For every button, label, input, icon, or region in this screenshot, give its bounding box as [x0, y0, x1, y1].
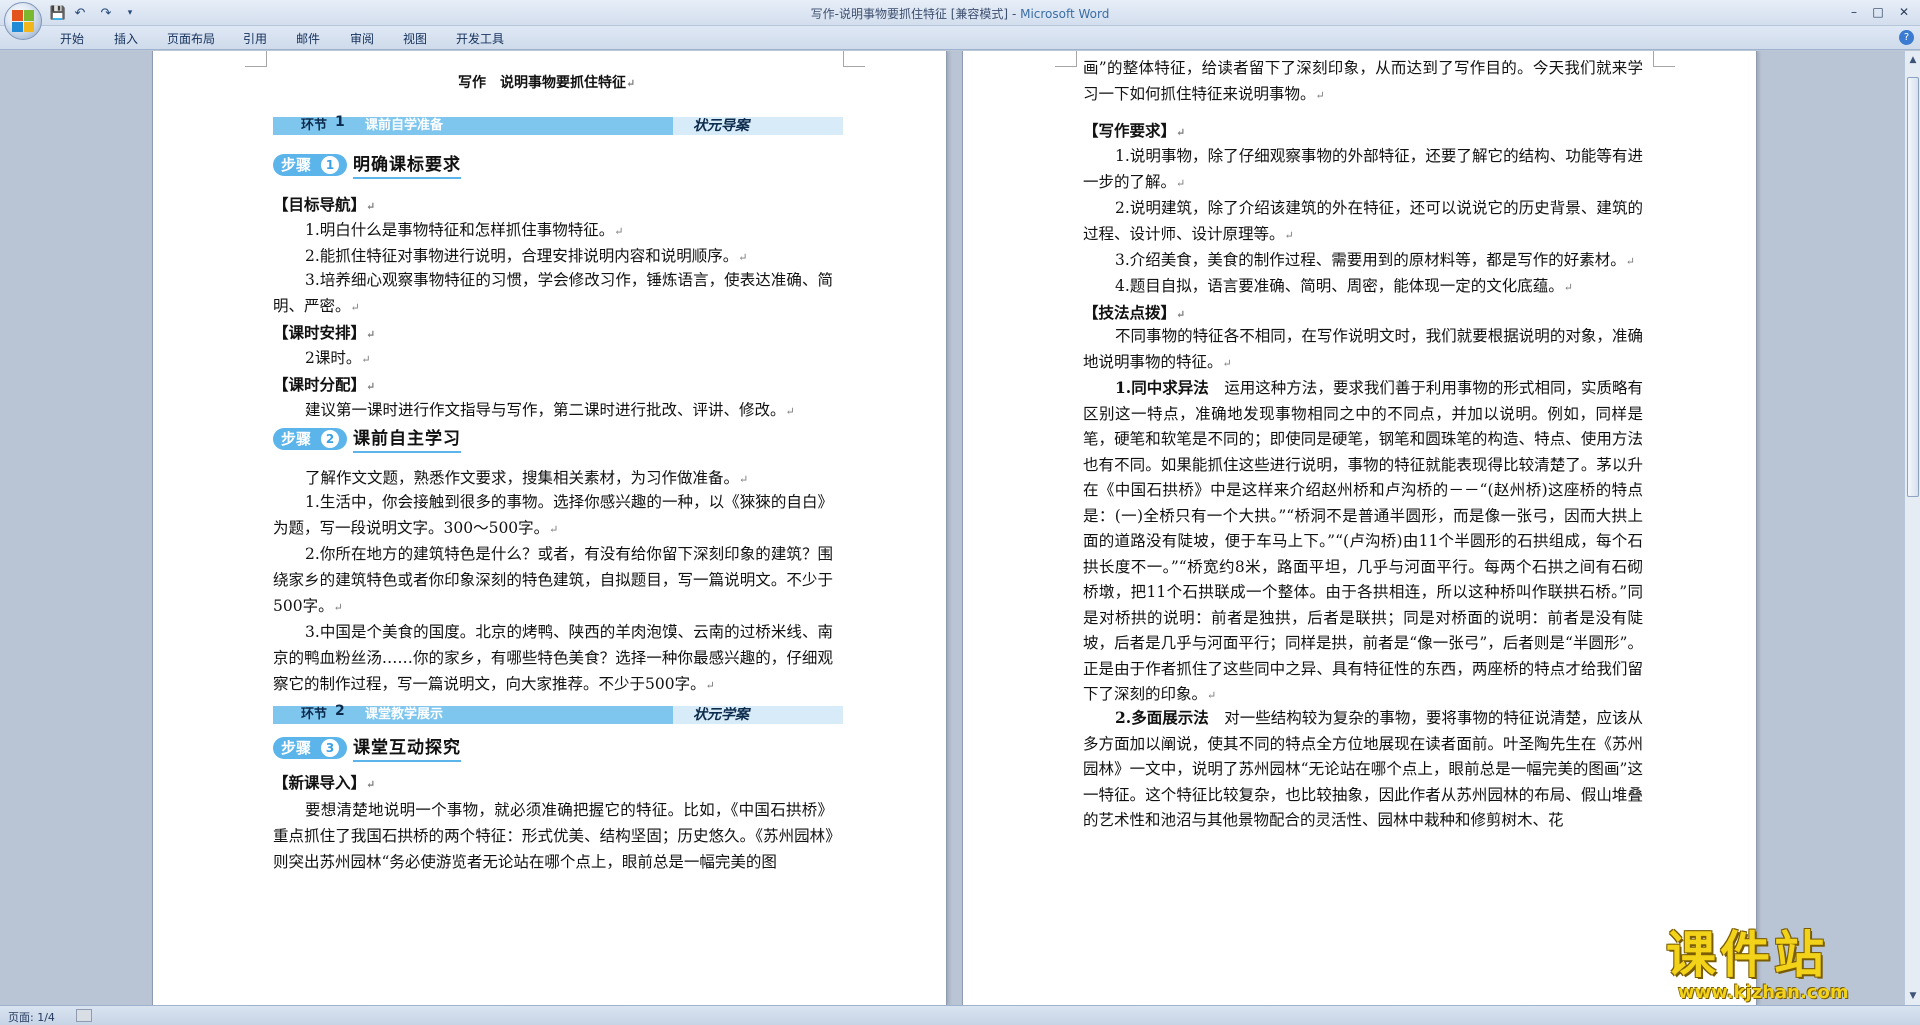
- tech-intro: 不同事物的特征各不相同，在写作说明文时，我们就要根据说明的对象，准确地说明事物的…: [1083, 327, 1643, 371]
- banner-subtitle: 课前自学准备: [365, 118, 444, 133]
- req-item-3: 3.介绍美食，美食的制作过程、需要用到的原材料等，都是写作的好素材。↵: [1115, 251, 1636, 269]
- req-item-1: 1.说明事物，除了仔细观察事物的外部特征，还要了解它的结构、功能等有进一步的了解…: [1083, 147, 1643, 191]
- site-watermark: 课件站 www.kjzhan.com: [1666, 928, 1906, 1004]
- step-title: 明确课标要求: [353, 153, 461, 179]
- proofing-icon[interactable]: [76, 1009, 92, 1022]
- tab-references[interactable]: 引用: [243, 30, 267, 47]
- tab-mailings[interactable]: 邮件: [296, 30, 320, 47]
- office-logo-icon: [12, 10, 34, 32]
- ribbon-tabs: 开始 插入 页面布局 引用 邮件 审阅 视图 开发工具 ?: [0, 26, 1920, 50]
- tech-2-heading: 2.多面展示法: [1115, 708, 1209, 727]
- tab-developer[interactable]: 开发工具: [456, 30, 504, 47]
- step-number: 1: [321, 156, 339, 174]
- document-workspace: 写作 说明事物要抓住特征↵ 环节 1 课前自学准备 状元导案 步骤 1 明确课标…: [0, 51, 1904, 1005]
- step-title: 课前自主学习: [353, 427, 461, 453]
- banner-right-label: 状元导案: [693, 118, 749, 134]
- continued-text: 画”的整体特征，给读者留下了深刻印象，从而达到了写作目的。今天我们就来学习一下如…: [1083, 59, 1643, 103]
- scroll-down-icon[interactable]: ▼: [1906, 989, 1920, 1003]
- crop-mark: [843, 51, 865, 67]
- tab-view[interactable]: 视图: [403, 30, 427, 47]
- document-name: 写作-说明事物要抓住特征 [兼容模式]: [810, 7, 1009, 21]
- banner-label: 环节: [301, 707, 328, 722]
- app-name: Microsoft Word: [1020, 7, 1110, 21]
- step-3-heading: 步骤 3 课堂互动探究: [273, 736, 493, 762]
- banner-subtitle: 课堂教学展示: [365, 707, 444, 722]
- watermark-url: www.kjzhan.com: [1678, 982, 1849, 1003]
- step-1-heading: 步骤 1 明确课标要求: [273, 153, 493, 179]
- banner-right-label: 状元学案: [693, 707, 749, 723]
- banner-label: 环节: [301, 118, 328, 133]
- section-banner-2: 环节 2 课堂教学展示 状元学案: [273, 703, 853, 724]
- banner-number: 2: [335, 703, 345, 719]
- req-item-2: 2.说明建筑，除了介绍该建筑的外在特征，还可以说说它的历史背景、建筑的过程、设计…: [1083, 199, 1643, 243]
- document-page-1[interactable]: 写作 说明事物要抓住特征↵ 环节 1 课前自学准备 状元导案 步骤 1 明确课标…: [152, 51, 947, 1005]
- tech-1-heading: 1.同中求异法: [1115, 378, 1209, 397]
- vertical-scrollbar[interactable]: ▲ ▼: [1904, 51, 1920, 1005]
- pre-item-2: 2.你所在地方的建筑特色是什么？或者，有没有给你留下深刻印象的建筑？围绕家乡的建…: [273, 545, 833, 615]
- page-indicator[interactable]: 页面: 1/4: [8, 1009, 55, 1025]
- alloc-text: 建议第一课时进行作文指导与写作，第二课时进行批改、评讲、修改。↵: [305, 401, 795, 419]
- scroll-thumb[interactable]: [1907, 77, 1919, 497]
- tab-home[interactable]: 开始: [60, 30, 84, 47]
- step-number: 2: [321, 430, 339, 448]
- tech-item-2: 2.多面展示法 对一些结构较为复杂的事物，要将事物的特征说清楚，应该从多方面加以…: [1083, 708, 1643, 829]
- step-2-heading: 步骤 2 课前自主学习: [273, 427, 493, 453]
- scroll-up-icon[interactable]: ▲: [1906, 53, 1920, 67]
- tab-insert[interactable]: 插入: [114, 30, 138, 47]
- crop-mark: [1653, 51, 1675, 67]
- tech-item-1: 1.同中求异法 运用这种方法，要求我们善于利用事物的形式相同，实质略有区别这一特…: [1083, 378, 1643, 703]
- watermark-title: 课件站: [1666, 926, 1828, 984]
- title-bar: 💾 ↶ ↷ ▾ 写作-说明事物要抓住特征 [兼容模式] - Microsoft …: [0, 0, 1920, 40]
- section-banner-1: 环节 1 课前自学准备 状元导案: [273, 114, 853, 135]
- pre-item-3: 3.中国是个美食的国度。北京的烤鸭、陕西的羊肉泡馍、云南的过桥米线、南京的鸭血粉…: [273, 623, 833, 693]
- new-lesson-text: 要想清楚地说明一个事物，就必须准确把握它的特征。比如，《中国石拱桥》重点抓住了我…: [273, 801, 833, 871]
- maximize-button[interactable]: □: [1866, 3, 1890, 21]
- office-button[interactable]: [4, 2, 42, 40]
- banner-number: 1: [335, 114, 345, 130]
- minimize-button[interactable]: –: [1842, 3, 1866, 21]
- tab-review[interactable]: 审阅: [350, 30, 374, 47]
- heading-new-lesson: 【新课导入】↵: [273, 773, 376, 792]
- step-number: 3: [321, 739, 339, 757]
- tab-page-layout[interactable]: 页面布局: [167, 30, 215, 47]
- doc-title: 写作 说明事物要抓住特征↵: [458, 75, 636, 91]
- status-bar: 页面: 1/4: [0, 1005, 1920, 1025]
- pre-item-1: 1.生活中，你会接触到很多的事物。选择你感兴趣的一种，以《猍猍的自白》为题，写一…: [273, 493, 833, 537]
- crop-mark: [245, 51, 267, 67]
- document-page-2[interactable]: 画”的整体特征，给读者留下了深刻印象，从而达到了写作目的。今天我们就来学习一下如…: [962, 51, 1757, 1005]
- close-button[interactable]: ✕: [1892, 3, 1916, 21]
- step-title: 课堂互动探究: [353, 736, 461, 762]
- goal-item-3: 3.培养细心观察事物特征的习惯，学会修改习作，锤炼语言，使表达准确、简明、严密。…: [273, 271, 833, 315]
- help-icon[interactable]: ?: [1899, 30, 1914, 45]
- crop-mark: [1055, 51, 1077, 67]
- title-separator: -: [1008, 7, 1021, 21]
- window-title: 写作-说明事物要抓住特征 [兼容模式] - Microsoft Word: [0, 5, 1920, 22]
